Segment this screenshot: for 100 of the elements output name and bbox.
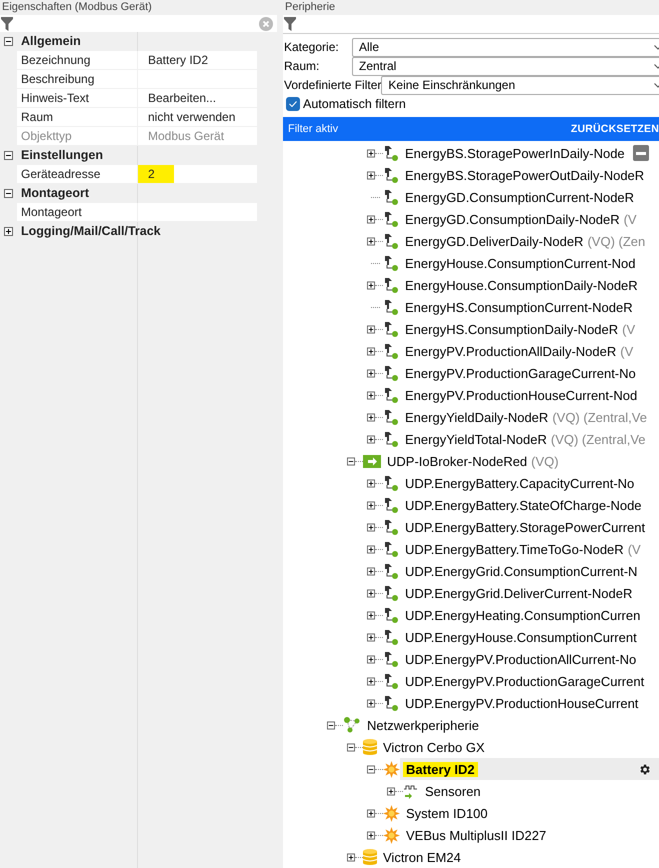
tree-item[interactable]: EnergyBS.StoragePowerOutDaily-NodeR (402, 168, 648, 182)
expand-icon[interactable] (367, 654, 375, 664)
tree-item[interactable]: VEBus MultiplusII ID227 (403, 828, 550, 842)
tree-item[interactable]: EnergyHouse.ConsumptionCurrent-Nod (402, 256, 639, 270)
flow-node-icon (383, 189, 399, 205)
tree-item[interactable]: UDP.EnergyBattery.TimeToGo-NodeR (402, 542, 627, 556)
expand-icon[interactable] (367, 522, 375, 532)
tree-item[interactable]: EnergyGD.DeliverDaily-NodeR (402, 234, 586, 248)
tree-item[interactable]: EnergyYieldTotal-NodeR (402, 432, 550, 446)
tree-item[interactable]: Victron Cerbo GX (380, 740, 488, 754)
expand-icon[interactable] (367, 214, 375, 224)
expand-icon[interactable] (367, 478, 375, 488)
tree-item[interactable]: UDP.EnergyGrid.ConsumptionCurrent-N (402, 564, 640, 578)
collapse-icon[interactable] (4, 151, 13, 160)
flow-node-icon (383, 409, 399, 425)
tree-item[interactable]: EnergyHS.ConsumptionCurrent-NodeR (402, 300, 636, 314)
tree-item[interactable]: UDP-IoBroker-NodeRed (384, 454, 530, 468)
property-value[interactable]: Battery ID2 (137, 51, 257, 70)
tree-item[interactable]: UDP.EnergyBattery.StoragePowerCurrent (402, 520, 648, 534)
expand-icon[interactable] (4, 227, 13, 236)
tree-item[interactable]: Battery ID2 (403, 762, 478, 776)
expand-icon[interactable] (367, 148, 375, 158)
tree-item[interactable]: EnergyGD.ConsumptionCurrent-NodeR (402, 190, 638, 204)
expand-icon[interactable] (347, 852, 355, 862)
tree-item[interactable]: UDP.EnergyPV.ProductionAllCurrent-No (402, 652, 640, 666)
collapse-icon[interactable] (327, 720, 335, 730)
dropdown[interactable]: Zentral (352, 56, 659, 76)
expand-icon[interactable] (367, 412, 375, 422)
expand-icon[interactable] (367, 588, 375, 598)
collapse-icon[interactable] (4, 189, 13, 198)
filter-status-text: Filter aktiv (288, 123, 338, 136)
tree-item[interactable]: UDP.EnergyHeating.ConsumptionCurren (402, 608, 644, 622)
flow-node-icon (383, 475, 399, 491)
tree-item-detail: (VQ) (Zentral,Ve (552, 410, 647, 424)
property-name: Beschreibung (17, 70, 137, 89)
expand-icon[interactable] (387, 786, 395, 796)
property-value[interactable]: 2 (137, 165, 257, 184)
expand-icon[interactable] (367, 390, 375, 400)
flow-node-icon (383, 211, 399, 227)
section-title: Montageort (20, 185, 90, 202)
tree-item[interactable]: Sensoren (422, 784, 484, 798)
tree-item[interactable]: UDP.EnergyBattery.StateOfCharge-Node (402, 498, 645, 512)
collapse-icon[interactable] (347, 742, 355, 752)
tree-item[interactable]: EnergyPV.ProductionGarageCurrent-No (402, 366, 639, 380)
tree-item[interactable]: System ID100 (403, 806, 491, 820)
tree-item[interactable]: Netzwerkperipherie (364, 718, 482, 732)
tree-item[interactable]: EnergyGD.ConsumptionDaily-NodeR (402, 212, 623, 226)
collapse-icon[interactable] (367, 764, 375, 774)
expand-icon[interactable] (367, 346, 375, 356)
dropdown[interactable]: Alle (352, 38, 659, 57)
expand-icon[interactable] (367, 368, 375, 378)
device-icon (383, 826, 400, 844)
expand-icon[interactable] (367, 544, 375, 554)
expand-icon[interactable] (367, 324, 375, 334)
tree-item[interactable]: UDP.EnergyBattery.CapacityCurrent-No (402, 476, 638, 490)
property-name: Objekttyp (17, 127, 137, 146)
reset-link[interactable]: ZURÜCKSETZEN (570, 123, 659, 136)
expand-icon[interactable] (367, 676, 375, 686)
collapse-icon[interactable] (347, 456, 355, 466)
flow-node-icon (383, 321, 399, 337)
tree-item-detail: (V (620, 344, 634, 358)
expand-icon[interactable] (367, 830, 375, 840)
expand-icon[interactable] (367, 610, 375, 620)
property-value[interactable]: nicht verwenden (137, 108, 257, 127)
tree-item[interactable]: EnergyBS.StoragePowerInDaily-Node (402, 146, 628, 160)
expand-icon[interactable] (367, 280, 375, 290)
expand-icon[interactable] (367, 566, 375, 576)
expand-icon[interactable] (367, 170, 375, 180)
settings-icon[interactable] (638, 762, 651, 776)
tree-item[interactable]: UDP.EnergyPV.ProductionHouseCurrent (402, 696, 642, 710)
dropdown[interactable]: Keine Einschränkungen (381, 76, 659, 95)
flow-node-icon (383, 585, 399, 601)
tree-item[interactable]: Victron EM24 (380, 850, 464, 864)
flow-node-icon (383, 673, 399, 689)
property-value[interactable]: Bearbeiten... (137, 89, 257, 108)
checkbox[interactable] (286, 97, 300, 112)
tree-item[interactable]: UDP.EnergyPV.ProductionGarageCurrent (402, 674, 648, 688)
tree-item[interactable]: EnergyYieldDaily-NodeR (402, 410, 552, 424)
tree-item-detail: (VQ) (Zen (587, 234, 646, 248)
expand-icon[interactable] (367, 500, 375, 510)
tree-item[interactable]: EnergyHouse.ConsumptionDaily-NodeR (402, 278, 641, 292)
tree-item[interactable]: UDP.EnergyHouse.ConsumptionCurrent (402, 630, 640, 644)
filter-field[interactable] (283, 14, 659, 34)
expand-icon[interactable] (367, 698, 375, 708)
property-name: Hinweis-Text (17, 89, 137, 108)
tree-item[interactable]: EnergyPV.ProductionAllDaily-NodeR (402, 344, 620, 358)
expand-icon[interactable] (367, 632, 375, 642)
collapse-button[interactable] (633, 145, 649, 161)
tree-item[interactable]: EnergyPV.ProductionHouseCurrent-Nod (402, 388, 640, 402)
expand-icon[interactable] (367, 434, 375, 444)
collapse-icon[interactable] (4, 37, 13, 46)
database-icon (363, 849, 377, 865)
tree-item[interactable]: UDP.EnergyGrid.DeliverCurrent-NodeR (402, 586, 636, 600)
expand-icon[interactable] (367, 236, 375, 246)
property-name: Geräteadresse (17, 165, 137, 184)
tree-item-detail: (V (622, 322, 636, 336)
filter-icon (1, 17, 13, 31)
expand-icon[interactable] (367, 808, 375, 818)
tree-item[interactable]: EnergyHS.ConsumptionDaily-NodeR (402, 322, 622, 336)
flow-node-icon (383, 651, 399, 667)
